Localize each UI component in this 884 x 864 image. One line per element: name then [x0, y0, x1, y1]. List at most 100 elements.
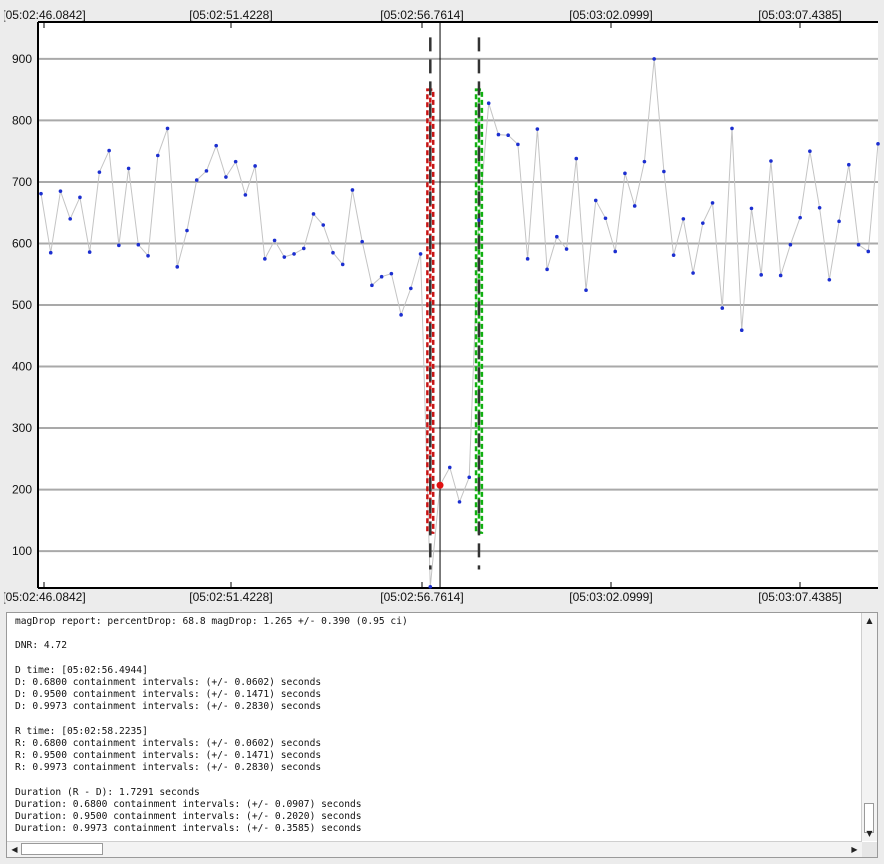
x-tick-label-top: [05:02:51.4228]	[189, 8, 272, 22]
data-point	[623, 171, 627, 176]
report-line: DNR: 4.72	[15, 640, 67, 652]
data-point	[516, 142, 520, 147]
data-point	[331, 250, 335, 255]
x-tick-label-top: [05:03:02.0999]	[569, 8, 652, 22]
data-point	[311, 212, 316, 216]
data-point	[447, 465, 452, 470]
light-curve-plot[interactable]: 100 200 300 400 500 600 700 800 900 [05:02:46.084…	[0, 0, 884, 608]
report-line: R: 0.9500 containment intervals: (+/- 0.…	[15, 750, 322, 762]
data-point	[253, 164, 257, 168]
data-point	[525, 257, 530, 261]
data-point	[87, 250, 92, 254]
report-line: Duration: 0.9973 containment intervals: …	[15, 823, 362, 835]
data-point	[379, 274, 384, 279]
y-tick-label: 200	[12, 483, 32, 497]
data-point	[97, 170, 102, 174]
data-point	[564, 247, 569, 251]
data-point	[39, 191, 43, 196]
data-point	[603, 216, 608, 221]
data-point	[370, 283, 374, 288]
data-point	[730, 126, 734, 131]
tick-clip-bottom	[0, 589, 4, 607]
data-point	[233, 159, 238, 164]
data-point	[272, 238, 277, 243]
data-point	[477, 218, 481, 222]
data-point	[418, 252, 423, 256]
horizontal-scrollbar[interactable]: ◀ ▶	[7, 841, 862, 857]
data-point	[632, 204, 637, 208]
data-point	[457, 500, 462, 504]
data-point	[739, 328, 744, 333]
data-point	[817, 205, 822, 210]
x-tick-label-top: [05:03:07.4385]	[758, 8, 841, 22]
y-tick-label: 600	[12, 236, 32, 250]
data-point	[428, 584, 433, 589]
report-line: Duration: 0.9500 containment intervals: …	[15, 811, 362, 823]
tick-clip-top	[0, 4, 4, 22]
data-point	[808, 149, 812, 153]
data-point	[555, 234, 559, 239]
report-line: D: 0.9973 containment intervals: (+/- 0.…	[15, 701, 322, 713]
data-point	[827, 277, 832, 282]
data-point	[165, 126, 170, 131]
report-line: R: 0.9973 containment intervals: (+/- 0.…	[15, 762, 322, 774]
data-point	[759, 273, 764, 277]
report-line: R: 0.6800 containment intervals: (+/- 0.…	[15, 738, 322, 750]
data-point	[856, 242, 861, 247]
data-point	[136, 242, 141, 247]
horizontal-scroll-thumb[interactable]	[21, 843, 103, 855]
data-point	[613, 249, 618, 254]
data-point	[467, 475, 472, 480]
data-point	[710, 201, 715, 205]
x-tick-label-top: [05:02:56.7614]	[380, 8, 463, 22]
data-point	[701, 221, 705, 225]
y-tick-label: 400	[12, 360, 32, 374]
report-line: Duration (R - D): 1.7291 seconds	[15, 786, 200, 798]
scroll-up-arrow-icon[interactable]: ▲	[863, 614, 876, 627]
data-point	[350, 188, 355, 192]
data-point	[204, 169, 209, 173]
report-line: Duration: 0.6800 containment intervals: …	[15, 799, 362, 811]
scroll-left-arrow-icon[interactable]: ◀	[8, 843, 21, 856]
data-point	[409, 286, 413, 291]
scrollbar-corner	[862, 842, 877, 857]
scroll-down-arrow-icon[interactable]: ▼	[863, 827, 876, 840]
data-point	[574, 156, 579, 161]
data-point	[545, 267, 549, 272]
data-point	[68, 217, 72, 221]
y-tick-label: 700	[12, 175, 32, 189]
data-point	[107, 148, 111, 153]
report-line	[15, 714, 855, 726]
data-point	[496, 132, 501, 137]
data-point	[301, 246, 306, 251]
y-tick-label: 300	[12, 421, 32, 435]
data-point	[243, 193, 248, 197]
data-point	[126, 166, 131, 171]
vertical-scrollbar[interactable]: ▲ ▼	[861, 613, 877, 841]
data-point	[117, 243, 121, 248]
light-curve-chart[interactable]: 100 200 300 400 500 600 700 800 900 [05:02:46.084…	[0, 0, 884, 608]
report-line: D time: [05:02:56.4944]	[15, 664, 148, 676]
data-point	[389, 271, 394, 276]
data-point	[788, 242, 793, 247]
data-point	[360, 239, 364, 244]
x-tick-label-top: [05:02:46.0842]	[2, 8, 85, 22]
data-point	[282, 255, 287, 259]
report-line: D: 0.9500 containment intervals: (+/- 0.…	[15, 689, 322, 701]
data-point	[155, 153, 160, 158]
y-tick-label: 100	[12, 544, 32, 558]
data-point	[662, 169, 666, 174]
data-point	[837, 219, 841, 224]
x-tick-label-bottom: [05:02:56.7614]	[380, 590, 463, 604]
report-line: magDrop report: percentDrop: 68.8 magDro…	[15, 616, 408, 627]
data-point	[185, 228, 189, 233]
data-point	[847, 162, 851, 167]
report-line: R time: [05:02:58.2235]	[15, 725, 148, 737]
report-line	[15, 775, 855, 787]
data-point	[506, 133, 510, 137]
data-point	[292, 252, 296, 256]
scroll-right-arrow-icon[interactable]: ▶	[848, 843, 861, 856]
report-panel[interactable]: magDrop report: percentDrop: 68.8 magDro…	[6, 612, 878, 858]
data-point	[340, 262, 345, 267]
y-tick-label: 500	[12, 298, 32, 312]
